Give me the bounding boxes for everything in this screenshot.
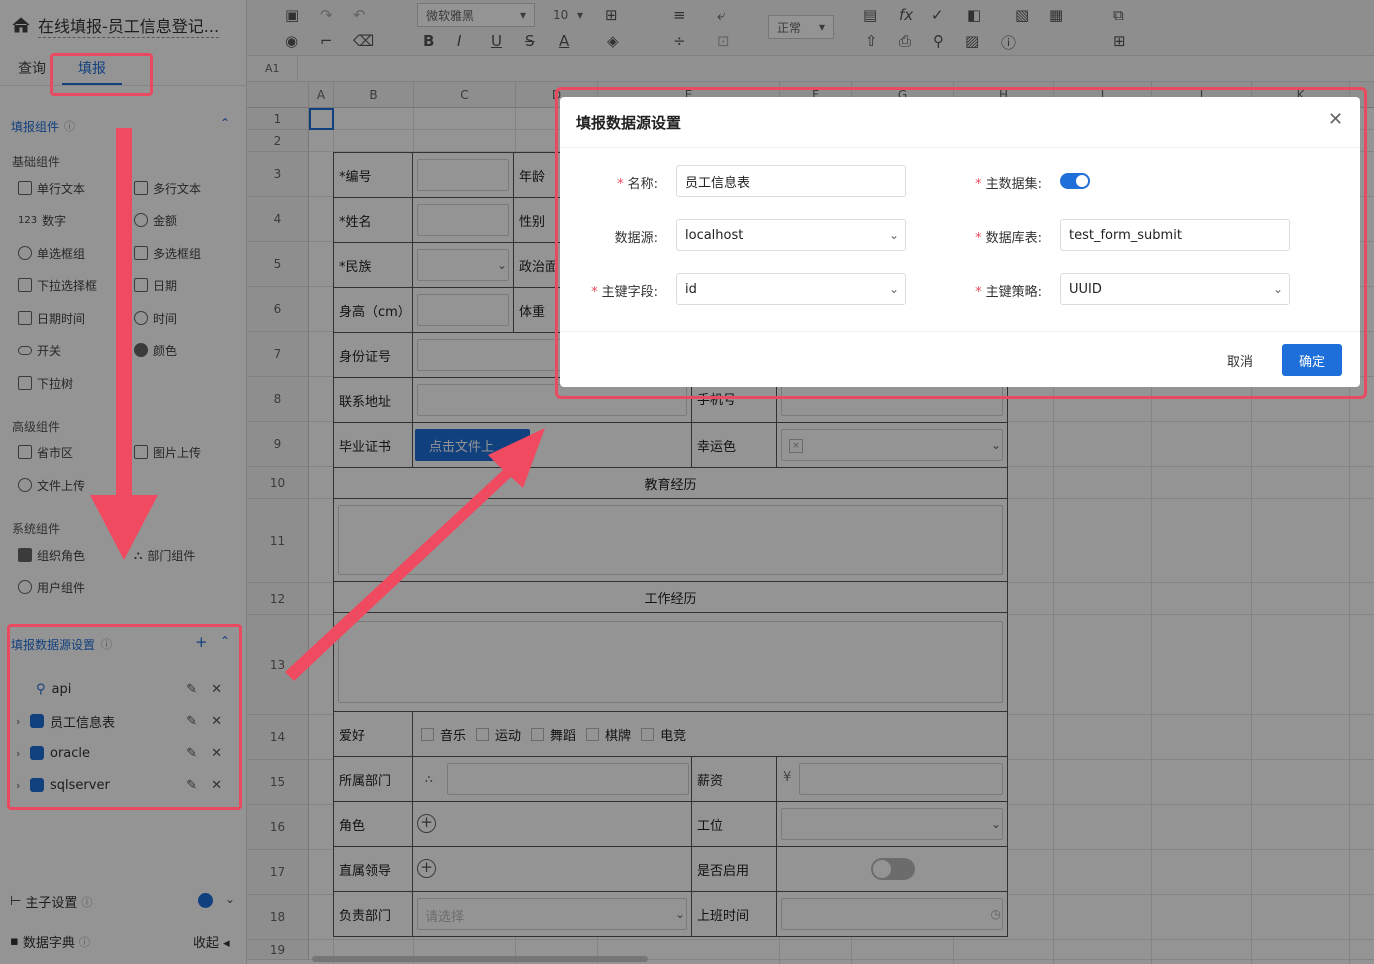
dialog-title: 填报数据源设置 — [576, 114, 682, 132]
pk-strategy-select[interactable]: UUID ⌄ — [1060, 273, 1290, 305]
divider — [560, 147, 1360, 148]
primary-dataset-switch[interactable] — [1060, 173, 1090, 189]
pk-field-label: * 主键字段: — [591, 285, 658, 300]
datasource-select[interactable]: localhost ⌄ — [676, 219, 906, 251]
chevron-down-icon: ⌄ — [888, 282, 899, 296]
pk-strategy-label: * 主键策略: — [975, 285, 1042, 300]
datasource-settings-dialog: 填报数据源设置 ✕ * 名称: 员工信息表 * 主数据集: 数据源: localho… — [560, 97, 1360, 387]
divider — [560, 331, 1360, 332]
db-table-label: * 数据库表: — [975, 231, 1042, 246]
arrow-diagonal-icon — [285, 428, 545, 681]
close-icon[interactable]: ✕ — [1328, 109, 1343, 130]
pk-field-select[interactable]: id ⌄ — [676, 273, 906, 305]
primary-dataset-label: * 主数据集: — [975, 177, 1042, 192]
chevron-down-icon: ⌄ — [1272, 282, 1283, 296]
chevron-down-icon: ⌄ — [888, 228, 899, 242]
db-table-input[interactable]: test_form_submit — [1060, 219, 1290, 251]
name-input[interactable]: 员工信息表 — [676, 165, 906, 197]
arrow-down-icon — [90, 128, 158, 560]
cancel-button[interactable]: 取消 — [1214, 344, 1266, 376]
datasource-label: 数据源: — [614, 231, 658, 246]
name-label: * 名称: — [617, 177, 658, 192]
confirm-button[interactable]: 确定 — [1282, 344, 1342, 376]
